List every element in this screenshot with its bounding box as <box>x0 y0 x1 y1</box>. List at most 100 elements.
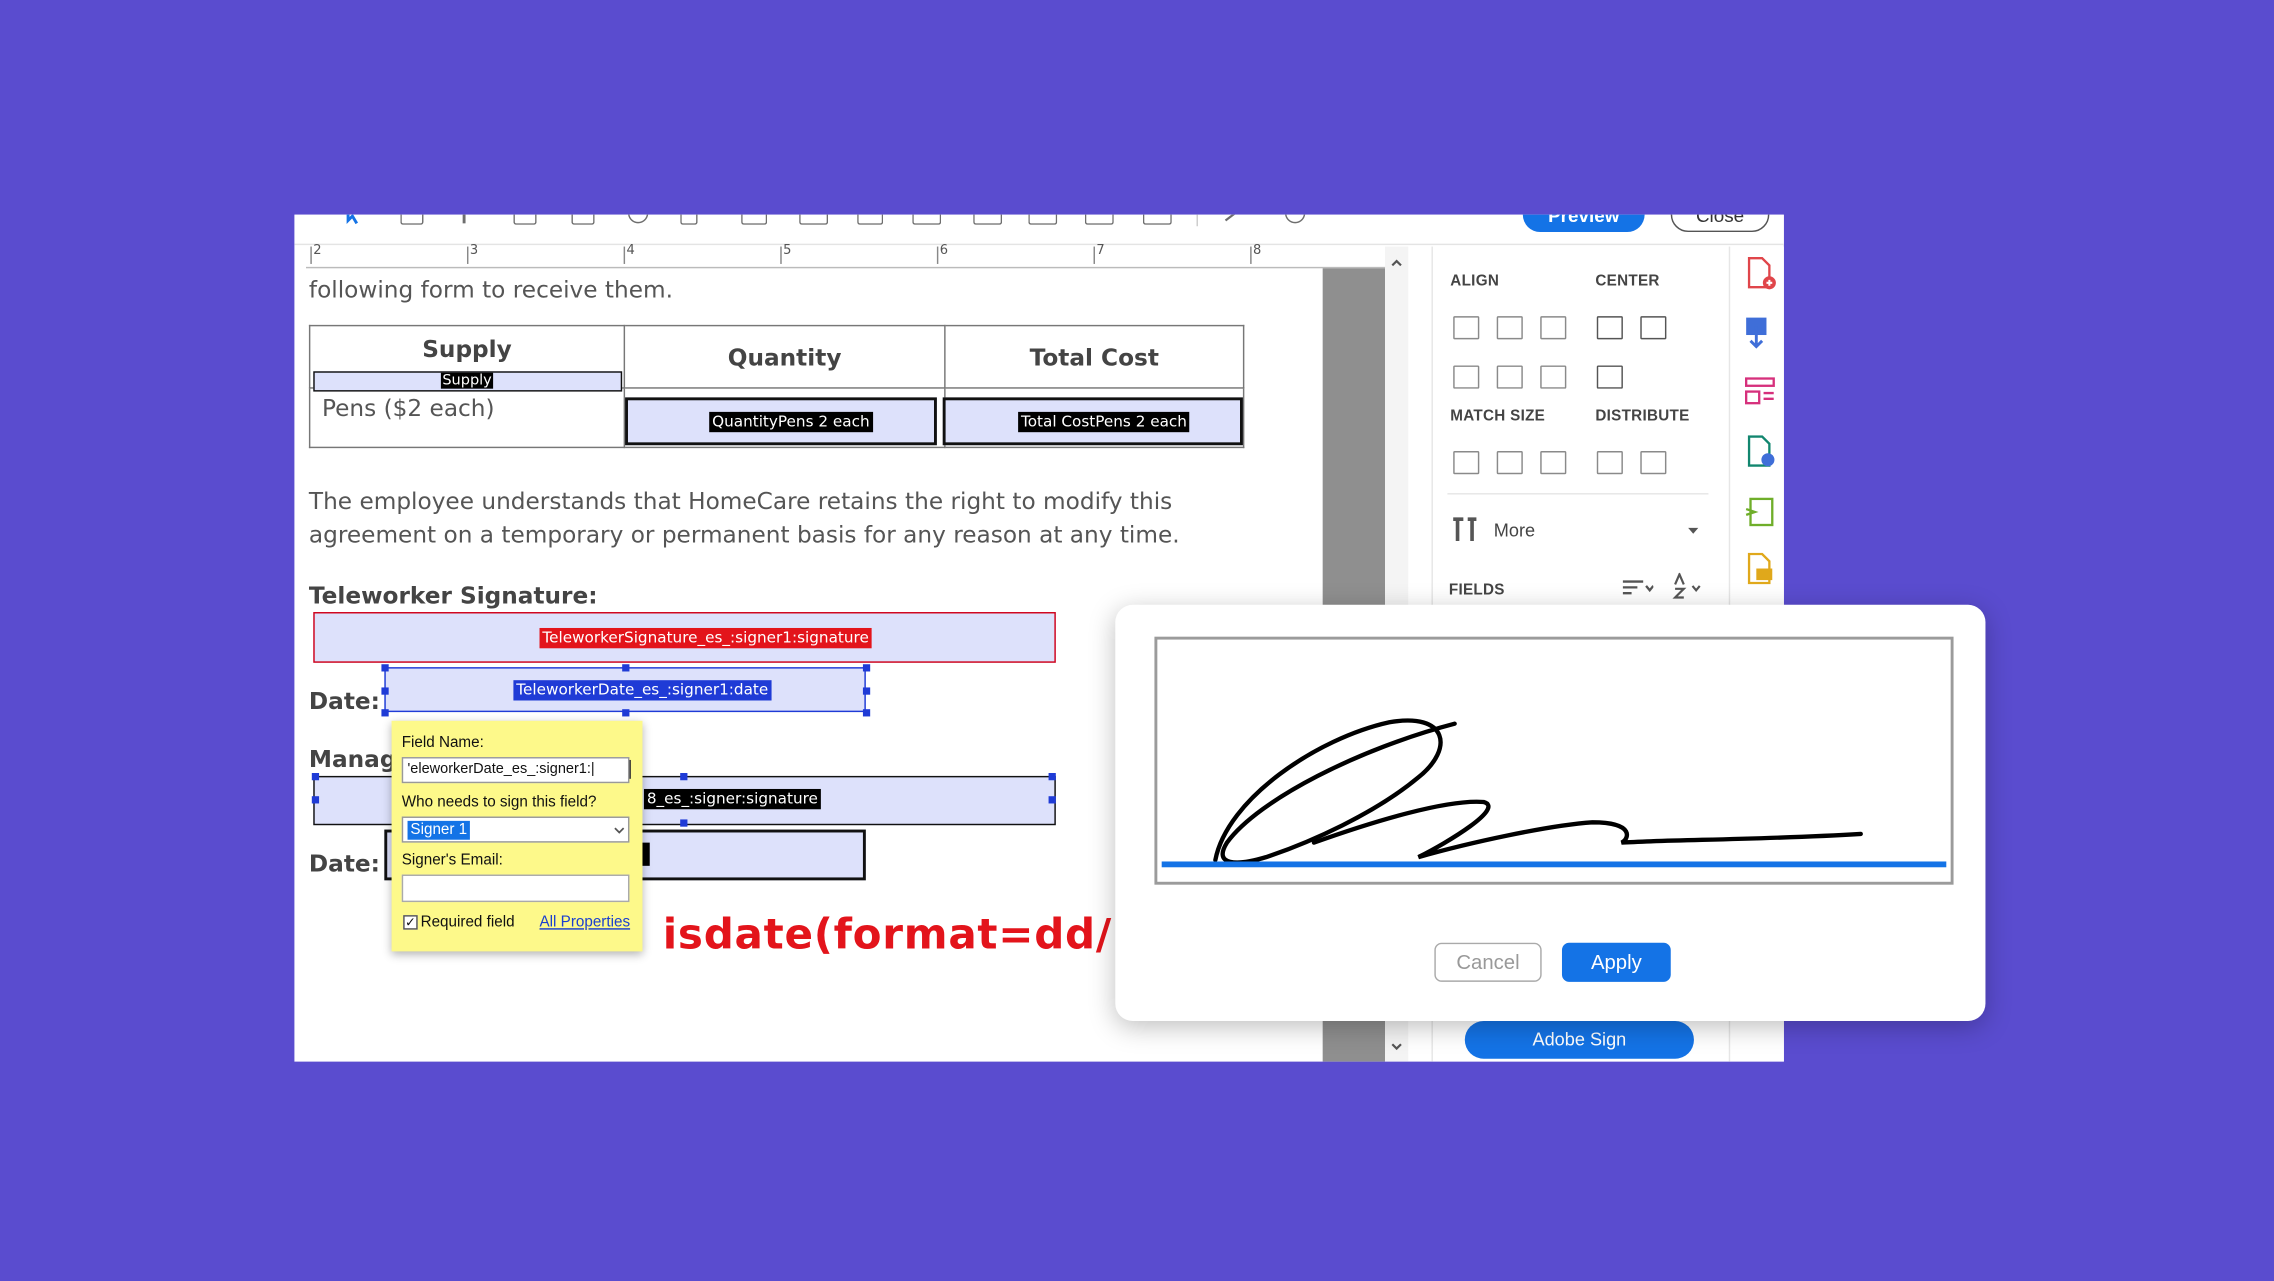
export-pdf-icon[interactable] <box>1745 315 1777 350</box>
manager-signature-field-label: 8_es_:signer:signature <box>643 788 821 810</box>
scroll-up-icon[interactable] <box>1391 258 1403 267</box>
paragraph-line-2: agreement on a temporary or permanent ba… <box>308 520 1180 549</box>
text-field-tool-icon[interactable] <box>400 214 424 225</box>
field-properties-popup: Field Name: 'eleworkerDate_es_:signer1:|… <box>391 720 643 952</box>
resize-handle[interactable] <box>622 709 630 717</box>
intro-text: following form to receive them. <box>308 275 674 304</box>
resize-handle[interactable] <box>381 687 389 695</box>
ruler-tick: 2 <box>310 244 322 264</box>
comment-pdf-icon[interactable] <box>1745 552 1777 588</box>
create-pdf-icon[interactable] <box>1745 256 1777 292</box>
total-cost-field-label: Total CostPens 2 each <box>1018 411 1190 433</box>
manager-signature-heading: Manag <box>308 745 397 774</box>
supply-field-label: Supply <box>440 372 494 389</box>
align-right-icon[interactable] <box>1540 316 1567 340</box>
date-label-1: Date: <box>308 687 380 715</box>
i-beam-cursor-icon <box>629 759 631 779</box>
quantity-field-label: QuantityPens 2 each <box>709 411 873 433</box>
resize-handle[interactable] <box>680 819 688 827</box>
center-horizontal-icon[interactable] <box>1596 316 1623 340</box>
align-center-horizontal-icon[interactable] <box>1496 316 1523 340</box>
distribute-vertical-icon[interactable] <box>1640 451 1667 475</box>
center-both-icon[interactable] <box>1596 365 1623 389</box>
signature-drawing <box>1213 718 1863 865</box>
pin-tool-icon[interactable] <box>1223 214 1246 224</box>
resize-handle[interactable] <box>862 687 871 695</box>
match-both-icon[interactable] <box>1540 451 1567 475</box>
all-properties-link[interactable]: All Properties <box>540 914 631 931</box>
who-signs-label: Who needs to sign this field? <box>401 793 597 811</box>
ruler-tick: 8 <box>1250 244 1261 264</box>
title-field-icon[interactable] <box>1028 214 1058 225</box>
form-tools-toolbar: Preview Close <box>294 214 1784 246</box>
signature-pad[interactable] <box>1154 636 1954 885</box>
field-name-input[interactable]: 'eleworkerDate_es_:signer1:| <box>401 757 630 784</box>
adobe-sign-button[interactable]: Adobe Sign <box>1464 1021 1694 1059</box>
toolbar-divider <box>1196 214 1198 227</box>
distribute-label: DISTRIBUTE <box>1595 407 1690 425</box>
select-cursor-icon[interactable] <box>344 214 364 227</box>
email-field-icon[interactable] <box>799 214 829 225</box>
date-field-icon[interactable] <box>857 214 884 225</box>
align-bottom-icon[interactable] <box>1540 365 1567 389</box>
apply-button[interactable]: Apply <box>1561 942 1671 982</box>
match-height-icon[interactable] <box>1496 451 1523 475</box>
resize-handle[interactable] <box>862 664 871 672</box>
resize-handle[interactable] <box>381 709 389 717</box>
stamp-field-icon[interactable] <box>1142 214 1172 225</box>
sort-alphabetical-icon[interactable] <box>1672 572 1704 599</box>
ruler-tick: 3 <box>466 244 478 264</box>
resize-handle[interactable] <box>311 796 320 804</box>
prepare-form-icon[interactable] <box>1745 376 1777 408</box>
tools-icon[interactable] <box>1450 516 1479 542</box>
send-for-signature-icon[interactable] <box>1745 435 1777 470</box>
resize-handle[interactable] <box>862 709 871 717</box>
ruler-tick: 5 <box>780 244 791 264</box>
sort-icon[interactable] <box>1621 577 1654 597</box>
company-field-icon[interactable] <box>973 214 1003 225</box>
resize-handle[interactable] <box>311 773 320 781</box>
list-box-tool-icon[interactable] <box>513 214 537 225</box>
signer-email-input[interactable] <box>401 874 630 903</box>
required-checkbox[interactable]: ✓ <box>403 915 418 930</box>
scroll-down-icon[interactable] <box>1391 1043 1403 1052</box>
required-field-label: Required field <box>420 913 515 932</box>
match-width-icon[interactable] <box>1453 451 1480 475</box>
help-icon[interactable] <box>1284 214 1306 224</box>
preview-button[interactable]: Preview <box>1522 214 1645 233</box>
close-button[interactable]: Close <box>1670 214 1770 233</box>
signature-dialog: Cancel Apply <box>1115 604 1986 1022</box>
distribute-horizontal-icon[interactable] <box>1596 451 1623 475</box>
name-field-icon[interactable] <box>912 214 942 225</box>
center-vertical-icon[interactable] <box>1640 316 1667 340</box>
match-size-label: MATCH SIZE <box>1450 407 1546 425</box>
resize-handle[interactable] <box>1048 796 1056 804</box>
date-format-formula: isdate(format=dd/mm <box>662 909 1115 959</box>
button-tool-icon[interactable] <box>741 214 768 225</box>
signer-select[interactable]: Signer 1 <box>401 816 630 843</box>
teleworker-date-field-label: TeleworkerDate_es_:signer1:date <box>513 680 772 701</box>
checkbox-tool-icon[interactable] <box>571 214 595 225</box>
chevron-down-icon[interactable] <box>1687 526 1700 535</box>
signer-email-label: Signer's Email: <box>401 851 503 869</box>
resize-handle[interactable] <box>680 773 688 781</box>
text-cursor-tool-icon[interactable] <box>462 214 466 224</box>
paragraph-line-1: The employee understands that HomeCare r… <box>308 487 1173 515</box>
signature-baseline <box>1161 861 1947 868</box>
more-label[interactable]: More <box>1494 521 1535 541</box>
radio-button-tool-icon[interactable] <box>627 214 649 224</box>
align-left-icon[interactable] <box>1453 316 1480 340</box>
align-top-icon[interactable] <box>1453 365 1480 389</box>
table-header-quantity: Quantity <box>623 324 946 389</box>
resize-handle[interactable] <box>1048 773 1056 781</box>
resize-handle[interactable] <box>622 664 630 672</box>
chevron-down-icon <box>614 827 625 834</box>
resize-handle[interactable] <box>381 664 389 672</box>
horizontal-ruler: 2 3 4 5 6 7 8 <box>306 244 1387 269</box>
align-middle-icon[interactable] <box>1496 365 1523 389</box>
organize-pages-icon[interactable] <box>1745 496 1777 528</box>
document-tool-icon[interactable] <box>680 214 698 225</box>
cancel-button[interactable]: Cancel <box>1434 942 1542 982</box>
signature-block-icon[interactable] <box>1084 214 1114 225</box>
table-cell-pens: Pens ($2 each) <box>308 387 626 449</box>
